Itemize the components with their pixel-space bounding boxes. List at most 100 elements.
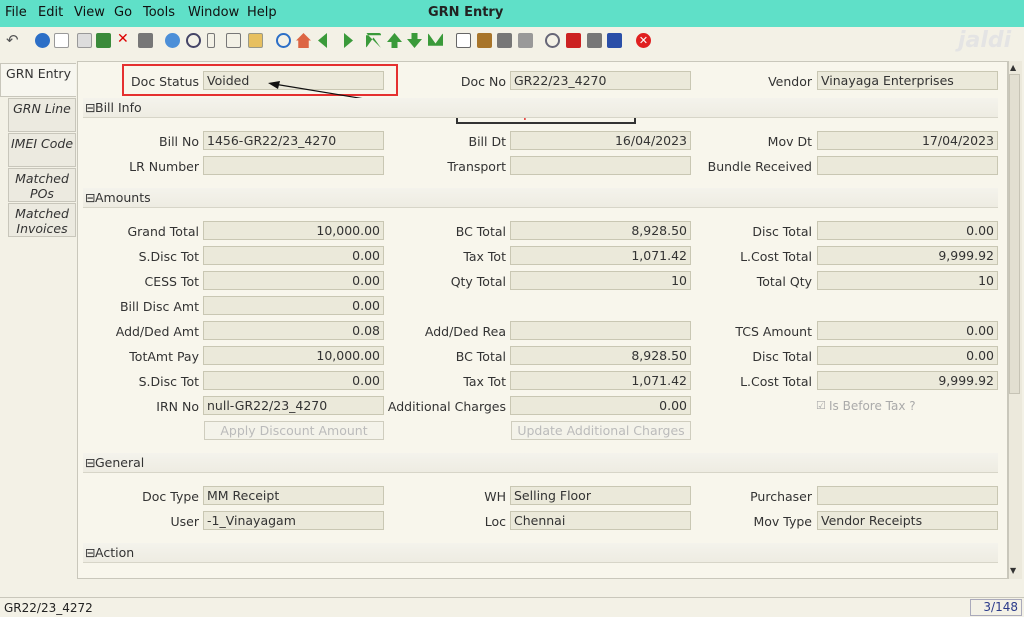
disc-total-2-field[interactable]: 0.00 [817,346,998,365]
close-icon[interactable]: ✕ [636,33,651,48]
find-icon[interactable] [186,33,201,48]
tab-grn-line[interactable]: GRN Line [8,98,76,132]
first-record-icon[interactable] [366,33,381,48]
menu-view[interactable]: View [74,5,105,20]
lcost-total-2-field[interactable]: 9,999.92 [817,371,998,390]
bill-no-field[interactable]: 1456-GR22/23_4270 [203,131,384,150]
doc-no-field[interactable]: GR22/23_4270 [510,71,691,90]
scrollbar-thumb[interactable] [1009,74,1020,394]
add-ded-rea-field[interactable] [510,321,691,340]
collapse-bill-info-icon[interactable]: ⊟ [85,100,95,115]
bill-dt-field[interactable]: 16/04/2023 [510,131,691,150]
loc-field[interactable]: Chennai [510,511,691,530]
archive-icon[interactable] [276,33,291,48]
archive-box-icon[interactable] [477,33,492,48]
request-icon[interactable] [587,33,602,48]
tab-matched-invoices[interactable]: Matched Invoices [8,203,76,237]
tab-grn-entry[interactable]: GRN Entry [0,63,76,97]
print-preview-icon[interactable] [497,33,512,48]
update-additional-charges-button[interactable]: Update Additional Charges [511,421,691,440]
print-icon[interactable] [518,33,533,48]
scroll-up-icon[interactable]: ▲ [1010,63,1016,72]
save-icon[interactable] [138,33,153,48]
add-ded-amt-field[interactable]: 0.08 [203,321,384,340]
before-tax-checkbox-icon[interactable]: ☑ [816,399,826,412]
disc-total-label: Disc Total [752,224,812,239]
report-icon[interactable] [456,33,471,48]
sdisc-tot-2-field[interactable]: 0.00 [203,371,384,390]
section-amounts[interactable]: ⊟ Amounts [83,188,998,208]
lcost-total-field[interactable]: 9,999.92 [817,246,998,265]
section-general[interactable]: ⊟ General [83,453,998,473]
collapse-amounts-icon[interactable]: ⊟ [85,190,95,205]
tab-matched-pos[interactable]: Matched POs [8,168,76,202]
add-ded-rea-label: Add/Ded Rea [424,324,506,339]
wh-field[interactable]: Selling Floor [510,486,691,505]
refresh-icon[interactable] [165,33,180,48]
menu-tools[interactable]: Tools [143,5,175,20]
scroll-down-icon[interactable]: ▼ [1010,566,1016,575]
menu-go[interactable]: Go [114,5,132,20]
collapse-action-icon[interactable]: ⊟ [85,545,95,560]
section-bill-info[interactable]: ⊟ Bill Info [83,98,998,118]
bill-disc-amt-field[interactable]: 0.00 [203,296,384,315]
next-record-icon[interactable] [407,33,422,48]
tax-tot-field[interactable]: 1,071.42 [510,246,691,265]
toolbar: ↶ ✕ ✕ [0,27,1024,57]
section-action[interactable]: ⊟ Action [83,543,998,563]
zoom-icon[interactable] [545,33,560,48]
lr-number-field[interactable] [203,156,384,175]
qty-total-field[interactable]: 10 [510,271,691,290]
delete-icon[interactable]: ✕ [117,31,132,47]
last-record-icon[interactable] [428,33,443,46]
menu-help[interactable]: Help [247,5,277,20]
bundle-received-field[interactable] [817,156,998,175]
user-label: User [170,514,200,529]
disc-total-field[interactable]: 0.00 [817,221,998,240]
menu-window[interactable]: Window [188,5,239,20]
save-new-icon[interactable] [96,33,111,48]
back-icon[interactable] [318,33,327,48]
totamt-pay-field[interactable]: 10,000.00 [203,346,384,365]
irn-no-label: IRN No [156,399,199,414]
forward-icon[interactable] [344,33,353,48]
history-icon[interactable] [248,33,263,48]
tax-tot-2-field[interactable]: 1,071.42 [510,371,691,390]
lr-number-label: LR Number [129,159,199,174]
tcs-amount-field[interactable]: 0.00 [817,321,998,340]
grand-total-field[interactable]: 10,000.00 [203,221,384,240]
cess-tot-field[interactable]: 0.00 [203,271,384,290]
purchaser-field[interactable] [817,486,998,505]
bc-total-2-field[interactable]: 8,928.50 [510,346,691,365]
menu-edit[interactable]: Edit [38,5,63,20]
additional-charges-field[interactable]: 0.00 [510,396,691,415]
mov-dt-field[interactable]: 17/04/2023 [817,131,998,150]
attach-icon[interactable] [207,33,215,48]
apply-discount-button[interactable]: Apply Discount Amount [204,421,384,440]
workflow-icon[interactable] [566,33,581,48]
product-info-icon[interactable] [607,33,622,48]
window-title: GRN Entry [428,5,504,20]
menu-file[interactable]: File [5,5,27,20]
lcost-total-2-label: L.Cost Total [740,374,812,389]
mov-dt-label: Mov Dt [767,134,812,149]
chat-icon[interactable] [226,33,241,48]
home-icon[interactable] [296,33,311,48]
copy-icon[interactable] [77,33,92,48]
new-icon[interactable] [54,33,69,48]
irn-no-field[interactable]: null-GR22/23_4270 [203,396,384,415]
tab-imei-code[interactable]: IMEI Code [8,133,76,167]
sdisc-tot-field[interactable]: 0.00 [203,246,384,265]
previous-record-icon[interactable] [387,33,402,48]
undo-icon[interactable]: ↶ [6,31,21,49]
total-qty-field[interactable]: 10 [817,271,998,290]
add-ded-amt-label: Add/Ded Amt [115,324,199,339]
transport-field[interactable] [510,156,691,175]
bc-total-field[interactable]: 8,928.50 [510,221,691,240]
collapse-general-icon[interactable]: ⊟ [85,455,95,470]
user-field[interactable]: -1_Vinayagam [203,511,384,530]
vendor-field[interactable]: Vinayaga Enterprises [817,71,998,90]
mov-type-field[interactable]: Vendor Receipts [817,511,998,530]
doc-type-field[interactable]: MM Receipt [203,486,384,505]
help-icon[interactable] [35,33,50,48]
